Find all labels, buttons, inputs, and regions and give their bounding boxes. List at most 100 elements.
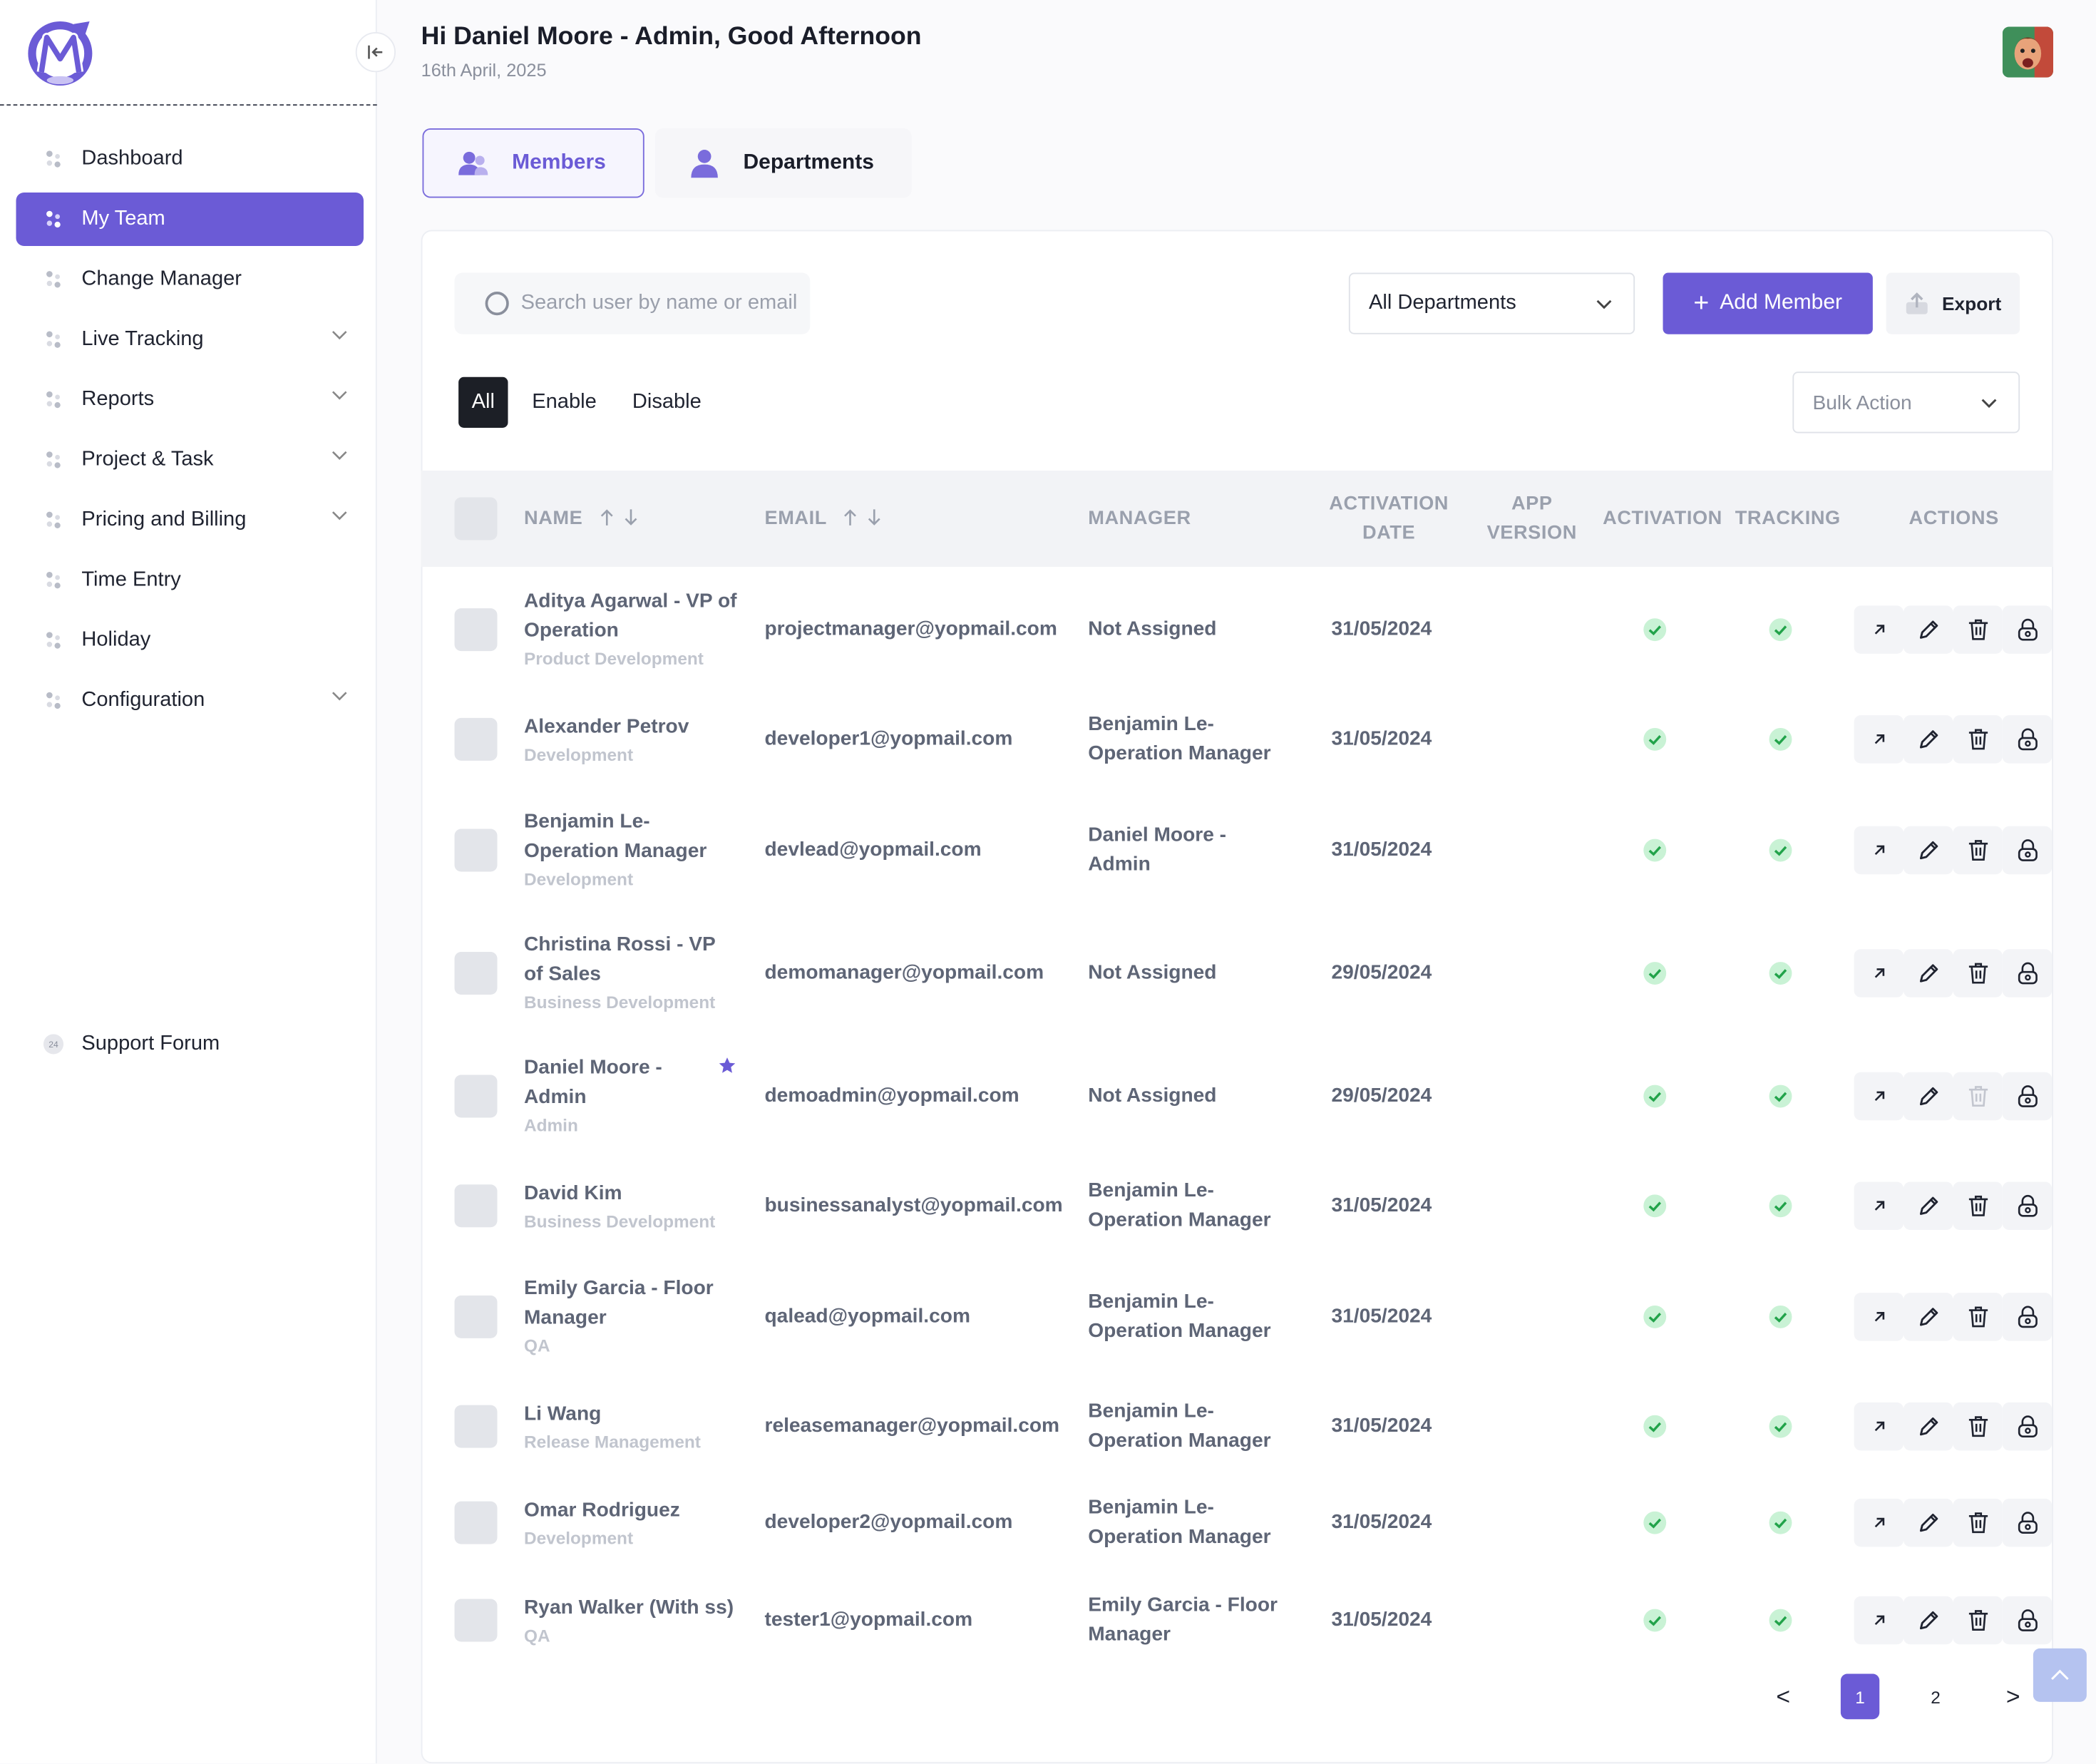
delete-member-button[interactable] <box>1953 1596 2003 1645</box>
search-input[interactable] <box>520 291 811 316</box>
open-member-button[interactable] <box>1854 1072 1904 1121</box>
filter-disable[interactable]: Disable <box>632 377 702 428</box>
sidebar-item-change-manager[interactable]: Change Manager <box>16 252 364 306</box>
member-name[interactable]: Christina Rossi - VP of Sales <box>524 930 741 990</box>
activation-status-check-icon[interactable] <box>1643 617 1667 642</box>
edit-member-button[interactable] <box>1904 1498 1953 1547</box>
activation-status-check-icon[interactable] <box>1643 727 1667 752</box>
user-avatar[interactable] <box>2002 26 2053 78</box>
search-box[interactable] <box>454 272 811 334</box>
filter-enable[interactable]: Enable <box>532 377 596 428</box>
delete-member-button[interactable] <box>1953 1181 2003 1230</box>
edit-member-button[interactable] <box>1904 1402 1953 1451</box>
row-checkbox[interactable] <box>454 1075 498 1118</box>
activation-status-check-icon[interactable] <box>1643 961 1667 985</box>
sidebar-item-dashboard[interactable]: Dashboard <box>16 133 364 186</box>
column-header-email[interactable]: EMAIL <box>765 504 827 533</box>
tracking-status-check-icon[interactable] <box>1769 1511 1793 1535</box>
member-name[interactable]: Omar Rodriguez <box>524 1496 741 1525</box>
open-member-button[interactable] <box>1854 1498 1904 1547</box>
open-member-button[interactable] <box>1854 826 1904 875</box>
open-member-button[interactable] <box>1854 1402 1904 1451</box>
activation-status-check-icon[interactable] <box>1643 1415 1667 1439</box>
member-name[interactable]: Ryan Walker (With ss) <box>524 1594 741 1623</box>
member-name[interactable]: David Kim <box>524 1179 741 1209</box>
sort-arrows-icon[interactable] <box>599 508 642 527</box>
lock-member-button[interactable] <box>2002 826 2053 875</box>
pagination-next[interactable]: > <box>1997 1674 2029 1720</box>
member-name[interactable]: Daniel Moore - Admin <box>524 1054 741 1113</box>
open-member-button[interactable] <box>1854 1181 1904 1230</box>
delete-member-button[interactable] <box>1953 605 2003 654</box>
edit-member-button[interactable] <box>1904 1293 1953 1341</box>
row-checkbox[interactable] <box>454 1599 498 1642</box>
sidebar-item-pricing-and-billing[interactable]: Pricing and Billing <box>16 493 364 547</box>
lock-member-button[interactable] <box>2002 1072 2053 1121</box>
lock-member-button[interactable] <box>2002 949 2053 998</box>
row-checkbox[interactable] <box>454 829 498 872</box>
lock-member-button[interactable] <box>2002 1402 2053 1451</box>
tracking-status-check-icon[interactable] <box>1769 839 1793 863</box>
lock-member-button[interactable] <box>2002 605 2053 654</box>
member-name[interactable]: Alexander Petrov <box>524 712 741 742</box>
open-member-button[interactable] <box>1854 605 1904 654</box>
activation-status-check-icon[interactable] <box>1643 1305 1667 1329</box>
lock-member-button[interactable] <box>2002 1498 2053 1547</box>
select-all-checkbox[interactable] <box>454 497 498 540</box>
sidebar-item-configuration[interactable]: Configuration <box>16 674 364 727</box>
row-checkbox[interactable] <box>454 1184 498 1228</box>
delete-member-button[interactable] <box>1953 826 2003 875</box>
member-name[interactable]: Aditya Agarwal - VP of Operation <box>524 587 741 646</box>
row-checkbox[interactable] <box>454 952 498 995</box>
delete-member-button[interactable] <box>1953 1293 2003 1341</box>
column-header-name[interactable]: NAME <box>524 504 582 533</box>
open-member-button[interactable] <box>1854 949 1904 998</box>
delete-member-button[interactable] <box>1953 949 2003 998</box>
scroll-to-top-button[interactable] <box>2033 1648 2087 1702</box>
filter-all[interactable]: All <box>458 376 508 428</box>
lock-member-button[interactable] <box>2002 1596 2053 1645</box>
tab-members[interactable]: Members <box>422 128 644 198</box>
row-checkbox[interactable] <box>454 608 498 652</box>
delete-member-button[interactable] <box>1953 715 2003 764</box>
row-checkbox[interactable] <box>454 1501 498 1544</box>
lock-member-button[interactable] <box>2002 715 2053 764</box>
lock-member-button[interactable] <box>2002 1181 2053 1230</box>
sidebar-item-reports[interactable]: Reports <box>16 373 364 426</box>
sidebar-item-holiday[interactable]: Holiday <box>16 614 364 667</box>
sidebar-item-live-tracking[interactable]: Live Tracking <box>16 313 364 366</box>
delete-member-button[interactable] <box>1953 1402 2003 1451</box>
sidebar-item-support-forum[interactable]: 24 Support Forum <box>16 1017 364 1071</box>
tracking-status-check-icon[interactable] <box>1769 1194 1793 1218</box>
edit-member-button[interactable] <box>1904 949 1953 998</box>
add-member-button[interactable]: + Add Member <box>1663 272 1873 334</box>
edit-member-button[interactable] <box>1904 715 1953 764</box>
activation-status-check-icon[interactable] <box>1643 1609 1667 1633</box>
tab-departments[interactable]: Departments <box>654 128 912 198</box>
sort-arrows-icon[interactable] <box>842 508 885 527</box>
sidebar-item-my-team[interactable]: My Team <box>16 193 364 246</box>
activation-status-check-icon[interactable] <box>1643 1084 1667 1109</box>
pagination-prev[interactable]: < <box>1767 1674 1799 1720</box>
tracking-status-check-icon[interactable] <box>1769 1305 1793 1329</box>
activation-status-check-icon[interactable] <box>1643 1511 1667 1535</box>
delete-member-button[interactable] <box>1953 1072 2003 1121</box>
edit-member-button[interactable] <box>1904 826 1953 875</box>
sidebar-item-time-entry[interactable]: Time Entry <box>16 553 364 607</box>
open-member-button[interactable] <box>1854 1293 1904 1341</box>
department-select[interactable]: All Departments <box>1348 272 1635 334</box>
pagination-page-1[interactable]: 1 <box>1840 1673 1880 1720</box>
edit-member-button[interactable] <box>1904 1181 1953 1230</box>
sidebar-item-project-task[interactable]: Project & Task <box>16 434 364 487</box>
edit-member-button[interactable] <box>1904 1072 1953 1121</box>
member-name[interactable]: Emily Garcia - Floor Manager <box>524 1274 741 1333</box>
tracking-status-check-icon[interactable] <box>1769 1415 1793 1439</box>
tracking-status-check-icon[interactable] <box>1769 1609 1793 1633</box>
tracking-status-check-icon[interactable] <box>1769 617 1793 642</box>
activation-status-check-icon[interactable] <box>1643 839 1667 863</box>
bulk-action-select[interactable]: Bulk Action <box>1792 371 2020 434</box>
tracking-status-check-icon[interactable] <box>1769 961 1793 985</box>
open-member-button[interactable] <box>1854 1596 1904 1645</box>
tracking-status-check-icon[interactable] <box>1769 1084 1793 1109</box>
collapse-sidebar-button[interactable] <box>355 32 396 73</box>
